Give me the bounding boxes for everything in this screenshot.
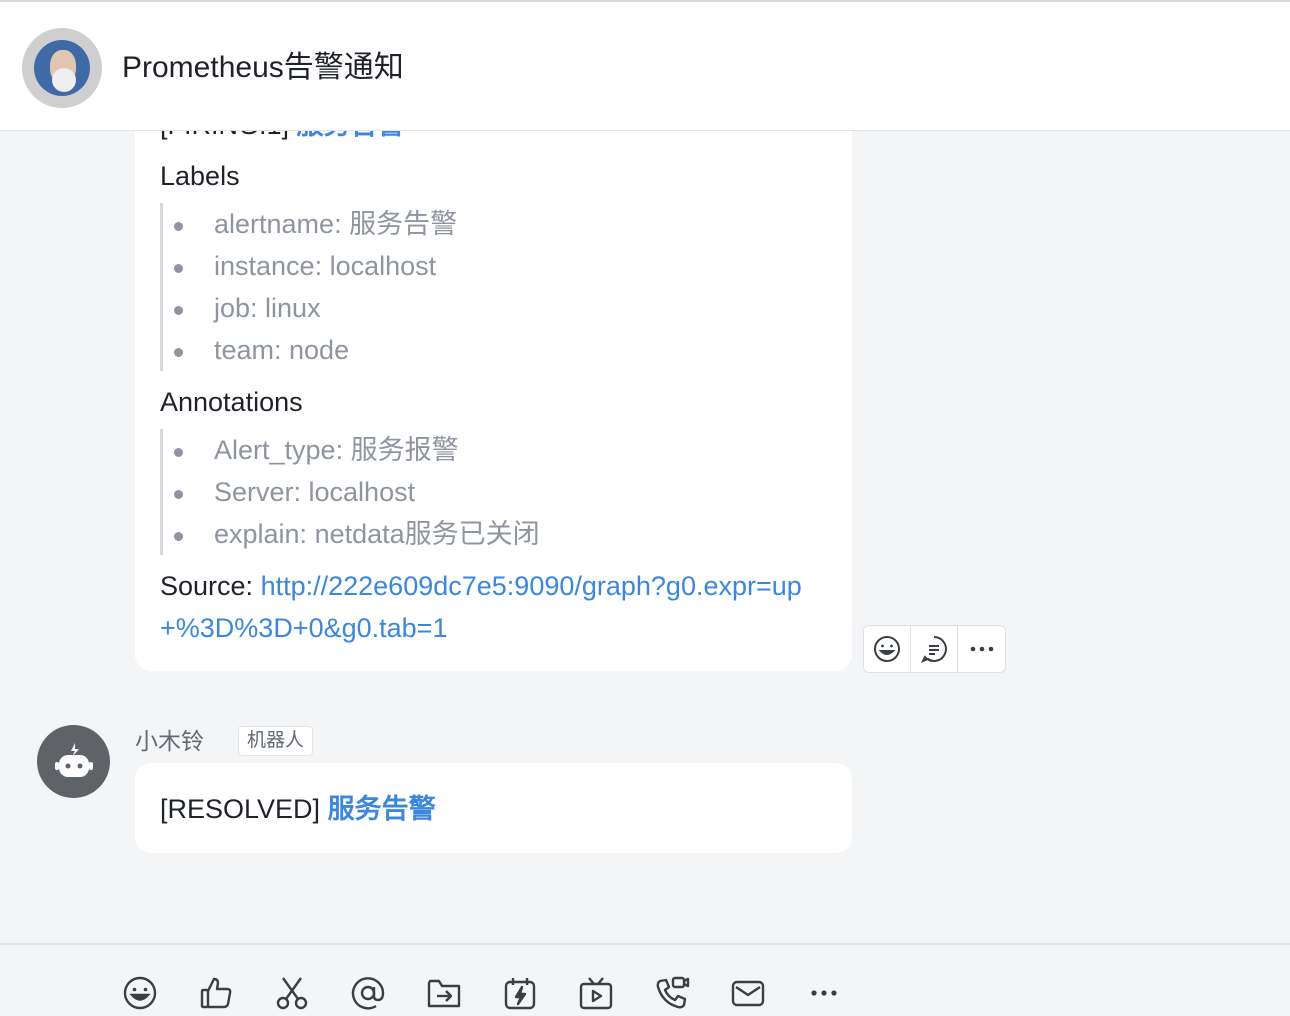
alert-message-firing: [FIRING:1] 服务告警 Labels alertname: 服务告警 i… bbox=[135, 131, 852, 671]
annotations-quote: Alert_type: 服务报警 Server: localhost expla… bbox=[160, 429, 540, 555]
source-url-link[interactable]: http://222e609dc7e5:9090/graph?g0.expr=u… bbox=[160, 571, 802, 643]
more-actions-button[interactable] bbox=[958, 626, 1005, 672]
resolved-line: [RESOLVED] 服务告警 bbox=[160, 789, 436, 829]
thumbs-up-icon bbox=[200, 977, 232, 1009]
robot-icon bbox=[54, 742, 93, 777]
reply-button[interactable] bbox=[911, 626, 958, 672]
bot-name[interactable]: 小木铃 bbox=[135, 727, 204, 755]
bot-badge: 机器人 bbox=[238, 726, 314, 756]
mention-icon bbox=[351, 977, 385, 1010]
firing-alert-link[interactable]: 服务告警 bbox=[297, 131, 405, 140]
label-item: job: linux bbox=[163, 287, 457, 329]
group-avatar[interactable] bbox=[22, 28, 102, 108]
video-button[interactable] bbox=[576, 973, 616, 1013]
like-button[interactable] bbox=[196, 973, 236, 1013]
labels-heading: Labels bbox=[160, 161, 240, 191]
chat-title[interactable]: Prometheus告警通知 bbox=[122, 48, 404, 88]
label-item: team: node bbox=[163, 329, 457, 371]
bot-avatar[interactable] bbox=[37, 725, 110, 798]
message-action-bar bbox=[863, 625, 1006, 673]
annotation-item: explain: netdata服务已关闭 bbox=[163, 513, 540, 555]
mail-button[interactable] bbox=[728, 973, 768, 1013]
annotation-item: Alert_type: 服务报警 bbox=[163, 429, 540, 471]
reply-thread-icon bbox=[920, 636, 947, 663]
emoji-reaction-icon bbox=[874, 636, 900, 662]
resolved-status: [RESOLVED] bbox=[160, 794, 321, 824]
label-item: instance: localhost bbox=[163, 245, 457, 287]
message-list[interactable]: [FIRING:1] 服务告警 Labels alertname: 服务告警 i… bbox=[0, 131, 1290, 943]
firing-status: [FIRING:1] bbox=[160, 131, 289, 140]
quick-task-icon bbox=[504, 978, 536, 1010]
mention-button[interactable] bbox=[348, 973, 388, 1013]
chat-header: Prometheus告警通知 bbox=[0, 0, 1290, 131]
quick-task-button[interactable] bbox=[500, 973, 540, 1013]
more-tools-button[interactable] bbox=[804, 973, 844, 1013]
scissors-icon bbox=[276, 977, 308, 1010]
more-icon bbox=[811, 990, 837, 996]
source-label: Source: bbox=[160, 571, 254, 601]
more-icon bbox=[970, 646, 993, 652]
annotations-heading: Annotations bbox=[160, 387, 303, 417]
emoji-icon bbox=[123, 976, 157, 1010]
avatar-photo bbox=[34, 40, 90, 96]
labels-quote: alertname: 服务告警 instance: localhost job:… bbox=[160, 203, 457, 371]
firing-line: [FIRING:1] 服务告警 bbox=[160, 131, 405, 141]
alert-message-resolved: [RESOLVED] 服务告警 bbox=[135, 763, 852, 853]
input-toolbar bbox=[0, 943, 1290, 1016]
video-icon bbox=[579, 977, 613, 1010]
reaction-button[interactable] bbox=[864, 626, 911, 672]
call-button[interactable] bbox=[652, 973, 692, 1013]
source-line: Source: http://222e609dc7e5:9090/graph?g… bbox=[160, 565, 840, 649]
mail-icon bbox=[731, 980, 765, 1007]
resolved-alert-link[interactable]: 服务告警 bbox=[328, 794, 436, 824]
screenshot-button[interactable] bbox=[272, 973, 312, 1013]
emoji-button[interactable] bbox=[120, 973, 160, 1013]
forward-button[interactable] bbox=[424, 973, 464, 1013]
forward-icon bbox=[427, 979, 461, 1008]
call-icon bbox=[656, 976, 690, 1009]
label-item: alertname: 服务告警 bbox=[163, 203, 457, 245]
annotation-item: Server: localhost bbox=[163, 471, 540, 513]
